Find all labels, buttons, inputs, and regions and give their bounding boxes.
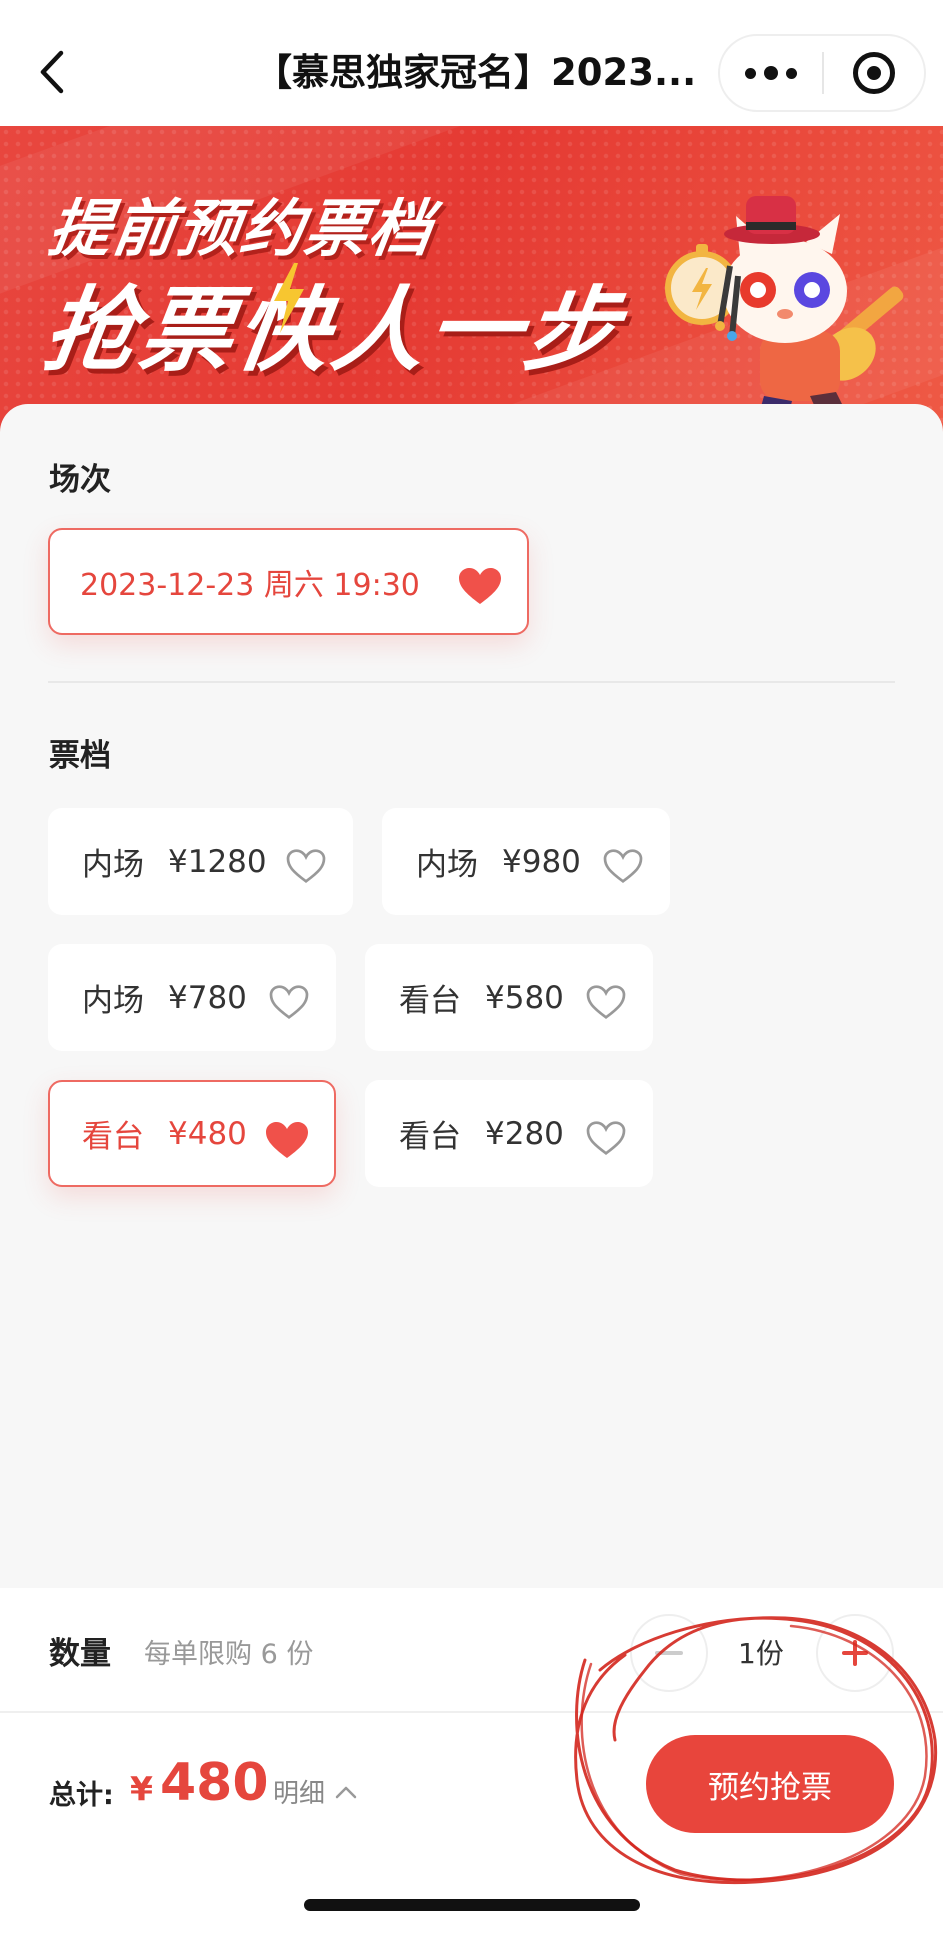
close-button[interactable] <box>824 36 924 110</box>
quantity-limit-note: 每单限购 6 份 <box>144 1639 314 1670</box>
price-detail-toggle[interactable]: 明细 <box>273 1773 357 1810</box>
quantity-decrement-button[interactable] <box>630 1614 708 1692</box>
tier-price: ¥980 <box>502 843 581 880</box>
tier-name: 看台 <box>399 983 461 1019</box>
heart-outline-icon <box>269 985 309 1019</box>
session-section-label: 场次 <box>49 462 111 498</box>
banner-headline: 提前预约票档 <box>44 192 439 265</box>
quantity-value: 1份 <box>738 1637 784 1670</box>
price-detail-label: 明细 <box>273 1779 326 1809</box>
session-option-selected[interactable]: 2023-12-23 周六 19:30 <box>48 528 529 635</box>
total-currency: ¥ <box>130 1769 153 1808</box>
more-dots-icon <box>745 67 756 79</box>
tier-name: 看台 <box>82 1119 144 1155</box>
tier-option-280[interactable]: 看台 ¥280 <box>365 1080 653 1187</box>
plus-icon <box>842 1640 868 1666</box>
chevron-up-icon <box>335 1786 357 1798</box>
tier-price: ¥580 <box>485 979 564 1016</box>
heart-outline-icon <box>286 849 326 883</box>
target-icon-dot <box>866 66 881 80</box>
session-date-label: 2023-12-23 周六 19:30 <box>80 567 420 603</box>
lightning-icon <box>274 263 304 333</box>
heart-outline-icon <box>603 849 643 883</box>
heart-outline-icon <box>586 985 626 1019</box>
more-button[interactable] <box>720 36 822 110</box>
tier-price: ¥280 <box>485 1115 564 1152</box>
navbar: 【慕思独家冠名】2023... <box>0 0 943 126</box>
tier-price: ¥1280 <box>168 843 267 880</box>
heart-icon <box>459 568 501 604</box>
heart-outline-icon <box>586 1121 626 1155</box>
more-dots-icon-center <box>764 66 778 80</box>
reserve-ticket-button[interactable]: 预约抢票 <box>646 1735 894 1833</box>
selection-card: 场次 2023-12-23 周六 19:30 票档 内场 ¥1280 内场 ¥9… <box>0 404 943 1589</box>
total-label: 总计: <box>49 1780 114 1811</box>
tier-option-480-selected[interactable]: 看台 ¥480 <box>48 1080 336 1187</box>
back-button[interactable] <box>30 42 74 102</box>
quantity-increment-button[interactable] <box>816 1614 894 1692</box>
page-title: 【慕思独家冠名】2023... <box>255 51 697 94</box>
heart-icon <box>266 1122 308 1158</box>
tier-option-580[interactable]: 看台 ¥580 <box>365 944 653 1051</box>
back-arrow-icon <box>40 50 64 94</box>
quantity-row: 数量 每单限购 6 份 1份 <box>0 1588 943 1712</box>
promo-banner: 提前预约票档 抢票快人一步 <box>0 126 943 446</box>
tier-name: 内场 <box>82 847 144 883</box>
tier-option-1280[interactable]: 内场 ¥1280 <box>48 808 353 915</box>
tier-name: 内场 <box>416 847 478 883</box>
ticket-tier-section-label: 票档 <box>49 738 111 774</box>
minus-icon <box>655 1651 683 1655</box>
tier-name: 看台 <box>399 1119 461 1155</box>
quantity-label: 数量 <box>49 1636 111 1672</box>
total-amount: 480 <box>160 1753 269 1813</box>
tier-option-980[interactable]: 内场 ¥980 <box>382 808 670 915</box>
tier-price: ¥480 <box>168 1115 247 1152</box>
target-icon <box>852 52 895 94</box>
mini-program-capsule <box>718 34 926 112</box>
banner-slogan: 抢票快人一步 <box>37 277 629 384</box>
more-dots-icon-right <box>786 67 797 79</box>
home-indicator <box>304 1899 640 1911</box>
section-divider <box>48 681 895 683</box>
tier-name: 内场 <box>82 983 144 1019</box>
tier-option-780[interactable]: 内场 ¥780 <box>48 944 336 1051</box>
tier-price: ¥780 <box>168 979 247 1016</box>
